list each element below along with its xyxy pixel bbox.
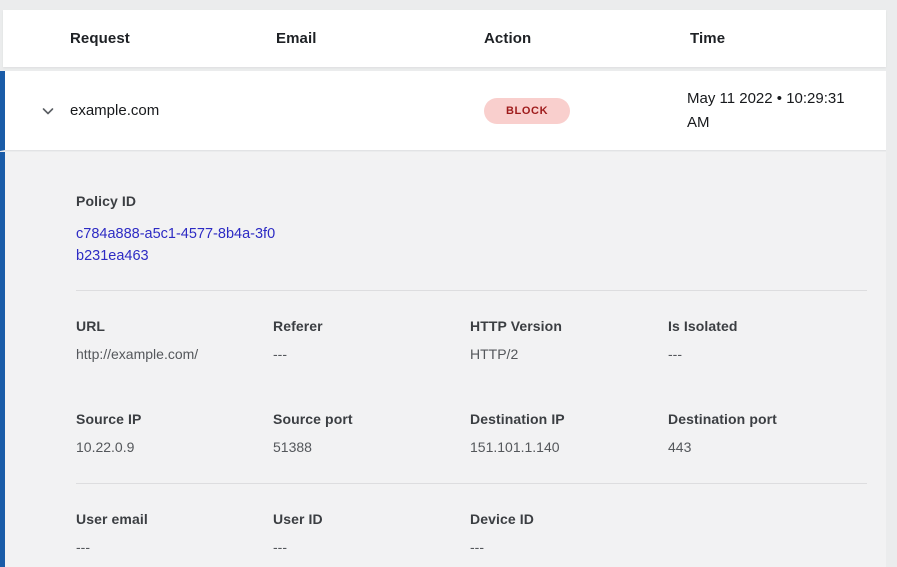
field-device-id-label: Device ID: [470, 511, 668, 527]
field-user-id-label: User ID: [273, 511, 470, 527]
field-destination-port: Destination port 443: [668, 411, 867, 455]
column-header-request: Request: [70, 30, 276, 47]
detail-fields-row-3-spacer: [668, 511, 867, 555]
column-header-email: Email: [276, 30, 484, 47]
field-source-port: Source port 51388: [273, 411, 470, 455]
field-user-id-value: ---: [273, 539, 470, 555]
field-destination-ip-value: 151.101.1.140: [470, 439, 668, 455]
field-url-value: http://example.com/: [76, 346, 273, 362]
field-is-isolated-value: ---: [668, 346, 867, 362]
field-url: URL http://example.com/: [76, 318, 273, 362]
field-source-port-value: 51388: [273, 439, 470, 455]
field-referer-value: ---: [273, 346, 470, 362]
field-is-isolated-label: Is Isolated: [668, 318, 867, 334]
field-http-version-value: HTTP/2: [470, 346, 668, 362]
request-log-page: Request Email Action Time example.com BL…: [0, 0, 897, 567]
field-destination-ip: Destination IP 151.101.1.140: [470, 411, 668, 455]
divider: [76, 290, 867, 291]
detail-fields-row-2: Source IP 10.22.0.9 Source port 51388 De…: [76, 411, 867, 455]
row-time-value: May 11 2022 • 10:29:31 AM: [687, 87, 877, 135]
column-header-action: Action: [484, 30, 690, 47]
table-row[interactable]: example.com BLOCK May 11 2022 • 10:29:31…: [0, 71, 886, 151]
field-destination-ip-label: Destination IP: [470, 411, 668, 427]
field-http-version-label: HTTP Version: [470, 318, 668, 334]
field-user-email-label: User email: [76, 511, 273, 527]
row-detail-panel: Policy ID c784a888-a5c1-4577-8b4a-3f0b23…: [0, 152, 886, 567]
detail-fields-row-1: URL http://example.com/ Referer --- HTTP…: [76, 318, 867, 362]
divider: [76, 483, 867, 484]
row-request-value: example.com: [70, 102, 273, 119]
field-user-email: User email ---: [76, 511, 273, 555]
policy-id-link[interactable]: c784a888-a5c1-4577-8b4a-3f0b231ea463: [76, 223, 276, 267]
field-referer: Referer ---: [273, 318, 470, 362]
field-source-ip: Source IP 10.22.0.9: [76, 411, 273, 455]
field-destination-port-value: 443: [668, 439, 867, 455]
chevron-down-icon: [40, 103, 56, 119]
field-device-id: Device ID ---: [470, 511, 668, 555]
column-header-time: Time: [690, 30, 886, 47]
field-device-id-value: ---: [470, 539, 668, 555]
field-destination-port-label: Destination port: [668, 411, 867, 427]
field-source-port-label: Source port: [273, 411, 470, 427]
action-block-badge: BLOCK: [484, 98, 570, 124]
table-header: Request Email Action Time: [3, 10, 886, 67]
policy-id-label: Policy ID: [76, 193, 867, 209]
detail-fields-row-3: User email --- User ID --- Device ID ---: [76, 511, 867, 555]
field-user-id: User ID ---: [273, 511, 470, 555]
field-url-label: URL: [76, 318, 273, 334]
field-source-ip-value: 10.22.0.9: [76, 439, 273, 455]
field-referer-label: Referer: [273, 318, 470, 334]
field-user-email-value: ---: [76, 539, 273, 555]
field-source-ip-label: Source IP: [76, 411, 273, 427]
field-http-version: HTTP Version HTTP/2: [470, 318, 668, 362]
row-expand-toggle[interactable]: [36, 99, 60, 123]
field-is-isolated: Is Isolated ---: [668, 318, 867, 362]
